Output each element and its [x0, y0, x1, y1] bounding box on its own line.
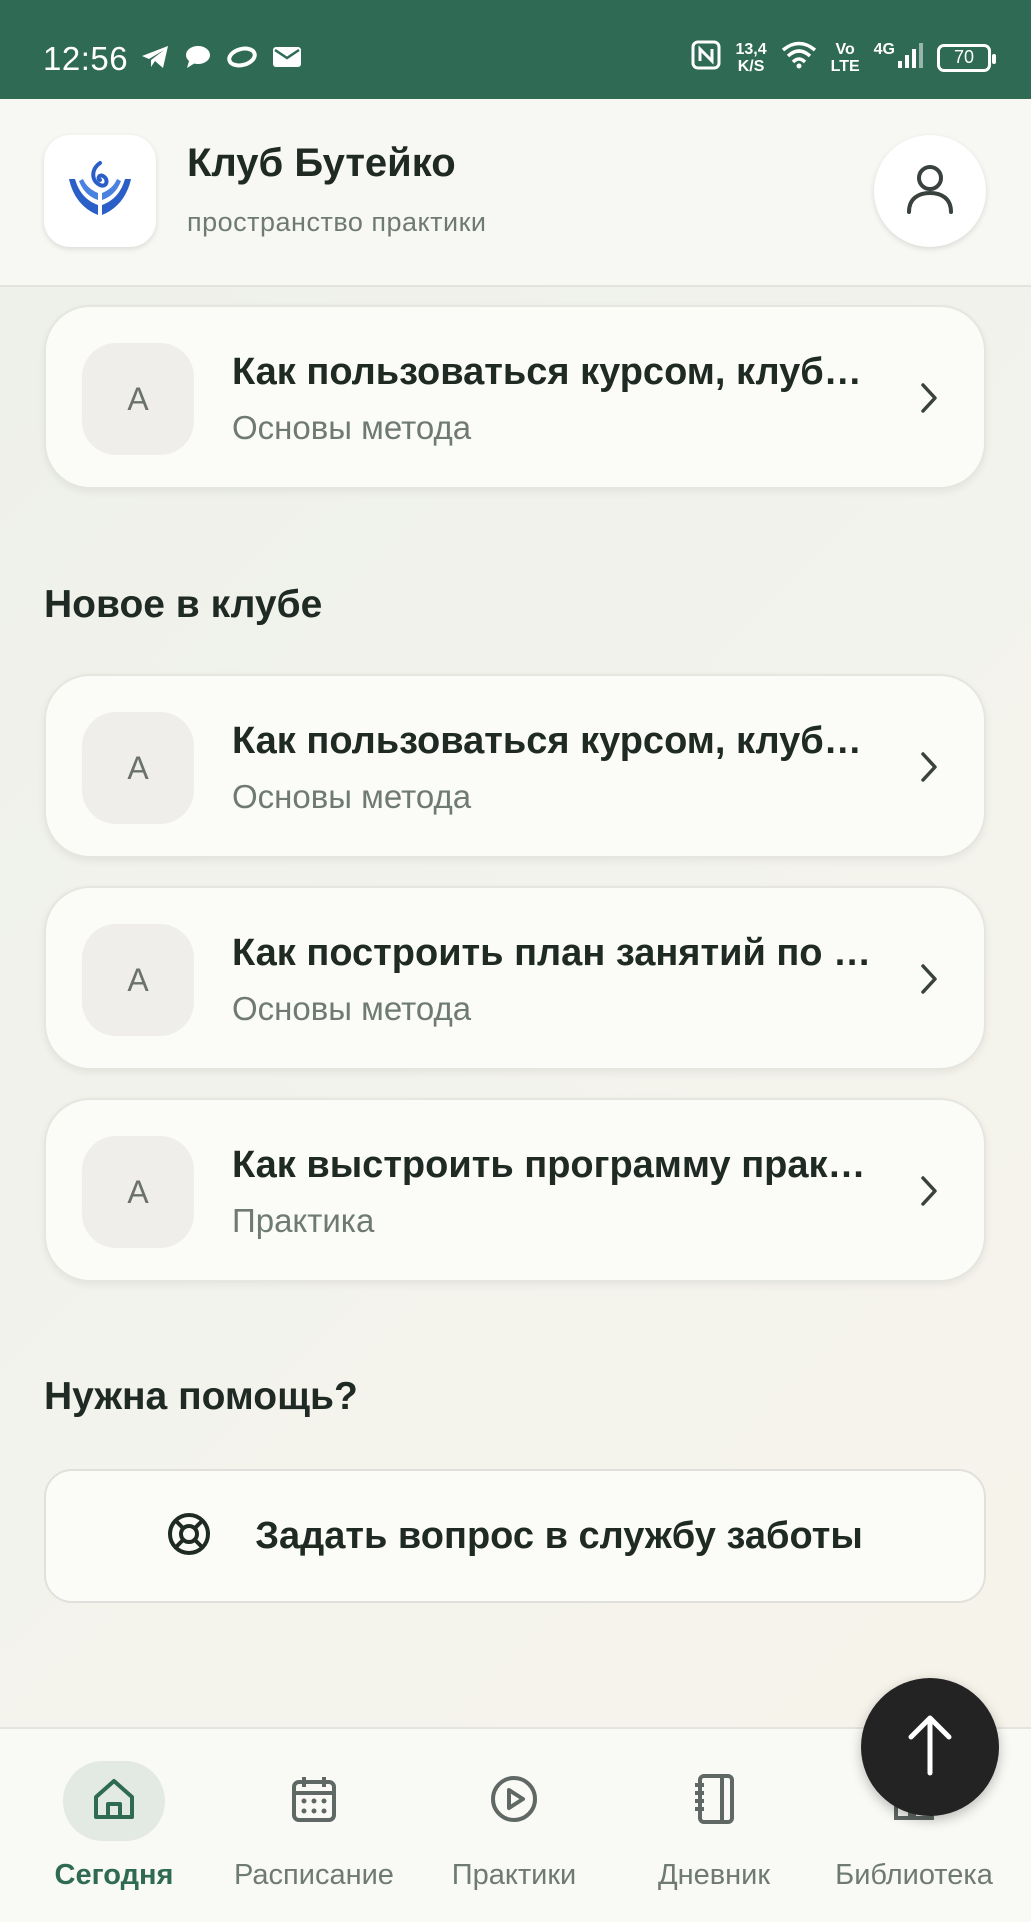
user-icon: [905, 162, 955, 221]
chat-bubble-icon: [184, 44, 212, 75]
nav-label: Практики: [451, 1859, 577, 1891]
speed-unit: K/S: [737, 57, 765, 75]
network-speed: 13,4 K/S: [735, 41, 766, 75]
notification-icons: [140, 44, 302, 75]
hands-breath-logo-icon: [65, 157, 135, 226]
signal-indicator: 4G: [874, 41, 923, 74]
status-bar: 12:56 13,4 K/S Vo LTE 4G 70: [0, 0, 1031, 99]
ask-support-label: Задать вопрос в службу заботы: [255, 1514, 863, 1557]
card-avatar: А: [82, 924, 194, 1036]
chevron-right-icon: [918, 750, 940, 789]
app-logo[interactable]: [44, 135, 156, 247]
nav-item-schedule[interactable]: Расписание: [214, 1761, 414, 1892]
section-title-new: Новое в клубе: [44, 583, 323, 626]
chevron-right-icon: [918, 381, 940, 420]
nav-label: Библиотека: [835, 1859, 993, 1891]
chevron-right-icon: [918, 962, 940, 1001]
network-type: 4G: [873, 41, 895, 58]
card-title: Как выстроить программу прак…: [232, 1144, 866, 1186]
nfc-icon: [691, 40, 721, 75]
card-avatar: А: [82, 1136, 194, 1248]
nav-icon-container: [663, 1761, 765, 1841]
ask-support-button[interactable]: Задать вопрос в службу заботы: [44, 1469, 986, 1603]
card-category: Основы метода: [232, 990, 472, 1027]
card-title: Как построить план занятий по …: [232, 932, 872, 974]
nav-label: Расписание: [234, 1859, 394, 1891]
volte-top: Vo: [835, 40, 855, 58]
profile-button[interactable]: [874, 135, 986, 247]
telegram-icon: [140, 44, 170, 75]
speed-value: 13,4: [735, 40, 767, 58]
app-header: Клуб Бутейко пространство практики: [0, 99, 1031, 287]
system-icons: 13,4 K/S Vo LTE 4G 70: [691, 40, 996, 75]
mail-icon: [272, 45, 302, 74]
article-card[interactable]: А Как построить план занятий по … Основы…: [44, 886, 986, 1070]
nav-icon-container: [463, 1761, 565, 1841]
status-time: 12:56: [43, 40, 129, 77]
chevron-right-icon: [918, 1174, 940, 1213]
nav-label: Дневник: [657, 1859, 771, 1891]
main-content: А Как пользоваться курсом, клуб… Основы …: [0, 287, 1031, 1727]
lifebuoy-icon: [167, 1512, 211, 1561]
card-category: Практика: [232, 1202, 375, 1239]
calendar-icon: [290, 1774, 338, 1829]
battery-icon: 70: [937, 43, 996, 72]
play-circle-icon: [489, 1774, 539, 1829]
battery-level: 70: [953, 47, 975, 67]
nav-icon-container: [63, 1761, 165, 1841]
oval-icon: [226, 45, 258, 74]
signal-icon: [897, 41, 923, 74]
app-subtitle: пространство практики: [187, 207, 487, 237]
card-category: Основы метода: [232, 409, 472, 446]
nav-icon-container: [263, 1761, 365, 1841]
card-avatar: А: [82, 712, 194, 824]
card-avatar: А: [82, 343, 194, 455]
card-category: Основы метода: [232, 778, 472, 815]
article-card[interactable]: А Как пользоваться курсом, клуб… Основы …: [44, 305, 986, 489]
wifi-icon: [781, 41, 817, 74]
volte-indicator: Vo LTE: [831, 41, 860, 75]
arrow-up-icon: [905, 1713, 955, 1782]
article-card[interactable]: А Как выстроить программу прак… Практика: [44, 1098, 986, 1282]
section-title-help: Нужна помощь?: [44, 1375, 358, 1418]
home-icon: [90, 1775, 138, 1828]
nav-label: Сегодня: [54, 1859, 174, 1891]
notebook-icon: [692, 1773, 736, 1830]
article-card[interactable]: А Как пользоваться курсом, клуб… Основы …: [44, 674, 986, 858]
nav-item-diary[interactable]: Дневник: [614, 1761, 814, 1892]
card-title: Как пользоваться курсом, клуб…: [232, 720, 862, 762]
volte-bottom: LTE: [830, 57, 860, 75]
nav-item-practices[interactable]: Практики: [414, 1761, 614, 1892]
scroll-to-top-button[interactable]: [861, 1678, 999, 1816]
nav-item-today[interactable]: Сегодня: [14, 1761, 214, 1892]
app-title: Клуб Бутейко: [187, 141, 456, 185]
card-title: Как пользоваться курсом, клуб…: [232, 351, 862, 393]
